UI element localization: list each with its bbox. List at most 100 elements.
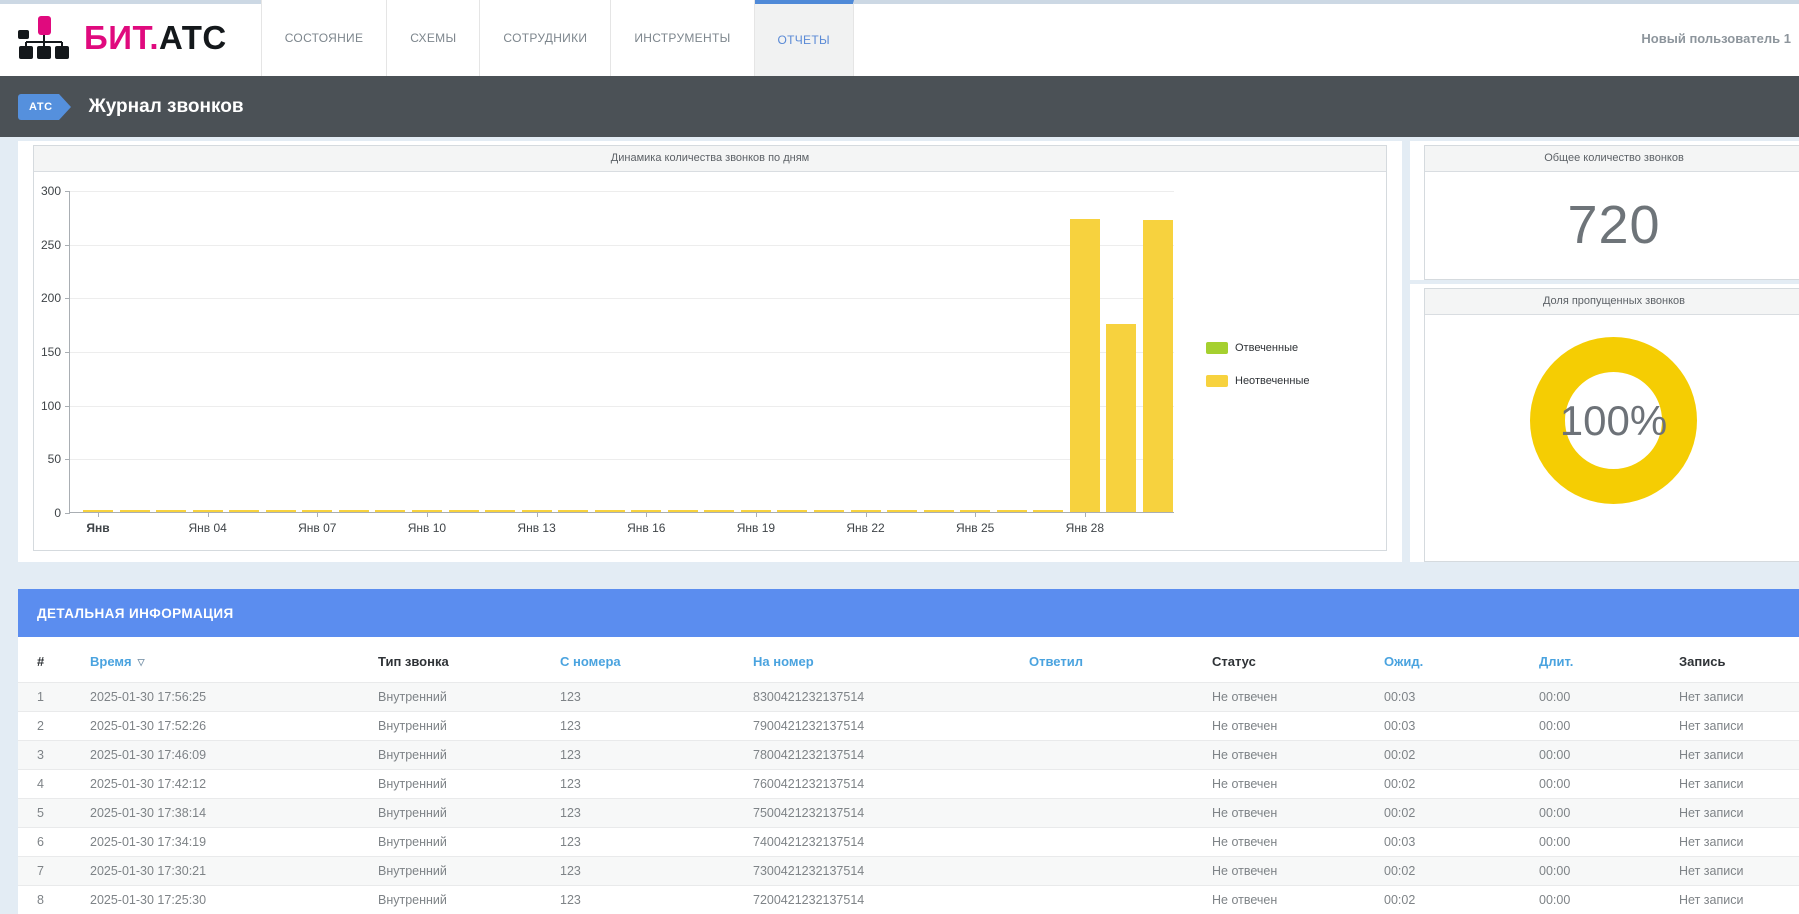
bar-day-21-Неотвеченные	[814, 510, 844, 512]
table-cell: 123	[552, 857, 745, 886]
legend-swatch	[1206, 342, 1228, 354]
bar-day-14-Неотвеченные	[558, 510, 588, 512]
table-cell: 00:02	[1376, 886, 1531, 914]
tab-сотрудники[interactable]: СОТРУДНИКИ	[480, 0, 611, 76]
table-cell: 00:00	[1531, 828, 1671, 857]
table-cell	[1021, 741, 1204, 770]
table-cell	[1021, 799, 1204, 828]
legend-label: Отвеченные	[1235, 342, 1298, 354]
table-cell: 5	[18, 799, 82, 828]
bar-day-12-Неотвеченные	[485, 510, 515, 512]
table-cell: 00:00	[1531, 741, 1671, 770]
table-cell: 2025-01-30 17:25:30	[82, 886, 370, 914]
tab-схемы[interactable]: СХЕМЫ	[387, 0, 480, 76]
table-cell: Не отвечен	[1204, 683, 1376, 712]
y-axis-label: 200	[21, 291, 61, 305]
table-cell: 123	[552, 799, 745, 828]
bar-chart-plot: 050100150200250300ЯнвЯнв 04Янв 07Янв 10Я…	[69, 191, 1174, 513]
table-cell: 7900421232137514	[745, 712, 1021, 741]
chart-title: Динамика количества звонков по дням	[34, 146, 1386, 172]
bar-day-5-Неотвеченные	[229, 510, 259, 512]
table-cell: 4	[18, 770, 82, 799]
table-cell	[1021, 886, 1204, 914]
y-tick	[65, 352, 70, 353]
column-header-Ответил[interactable]: Ответил	[1021, 637, 1204, 683]
x-tick	[427, 512, 428, 517]
table-cell: 00:02	[1376, 741, 1531, 770]
table-cell: Не отвечен	[1204, 886, 1376, 914]
total-calls-card: Общее количество звонков 720	[1410, 141, 1799, 280]
sort-descending-icon: ▽	[138, 657, 145, 667]
gridline-250	[70, 245, 1174, 246]
table-cell: Не отвечен	[1204, 741, 1376, 770]
x-axis-label: Янв 10	[392, 521, 462, 535]
legend-swatch	[1206, 375, 1228, 387]
total-calls-value: 720	[1425, 194, 1799, 256]
table-cell: Внутренний	[370, 683, 552, 712]
ats-badge: АТС	[18, 94, 59, 120]
table-cell: 123	[552, 683, 745, 712]
table-cell: 00:00	[1531, 886, 1671, 914]
chart-legend: Отвеченные Неотвеченные	[1206, 342, 1309, 408]
y-tick	[65, 513, 70, 514]
table-cell: Не отвечен	[1204, 799, 1376, 828]
table-row: 82025-01-30 17:25:30Внутренний1237200421…	[18, 886, 1799, 914]
page: БИТ.АТС СОСТОЯНИЕСХЕМЫСОТРУДНИКИИНСТРУМЕ…	[0, 0, 1799, 914]
table-cell: 2025-01-30 17:52:26	[82, 712, 370, 741]
table-cell: Внутренний	[370, 886, 552, 914]
tab-состояние[interactable]: СОСТОЯНИЕ	[261, 0, 388, 76]
tab-инструменты[interactable]: ИНСТРУМЕНТЫ	[611, 0, 754, 76]
table-cell: 7	[18, 857, 82, 886]
column-header-Ожид[interactable]: Ожид.	[1376, 637, 1531, 683]
missed-share-donut: 100%	[1530, 337, 1697, 504]
table-cell: 00:00	[1531, 770, 1671, 799]
bar-day-15-Неотвеченные	[595, 510, 625, 512]
app-logo[interactable]: БИТ.АТС	[0, 0, 261, 76]
table-row: 42025-01-30 17:42:12Внутренний1237600421…	[18, 770, 1799, 799]
user-menu[interactable]: Новый пользователь 1	[1641, 31, 1799, 46]
table-cell: Внутренний	[370, 799, 552, 828]
table-cell: 2025-01-30 17:46:09	[82, 741, 370, 770]
table-cell: 00:03	[1376, 712, 1531, 741]
column-header-Типзвонка: Тип звонка	[370, 637, 552, 683]
column-header-: #	[18, 637, 82, 683]
table-cell	[1021, 712, 1204, 741]
bar-day-30-Неотвеченные	[1143, 220, 1173, 512]
x-tick	[317, 512, 318, 517]
column-header-Сномера[interactable]: С номера	[552, 637, 745, 683]
x-axis-label: Янв 22	[831, 521, 901, 535]
gridline-150	[70, 352, 1174, 353]
table-cell: Внутренний	[370, 828, 552, 857]
x-tick	[756, 512, 757, 517]
table-cell: 123	[552, 770, 745, 799]
table-row: 62025-01-30 17:34:19Внутренний1237400421…	[18, 828, 1799, 857]
table-header-row: #Время▽Тип звонкаС номераНа номерОтветил…	[18, 637, 1799, 683]
x-axis-label: Янв	[63, 521, 133, 535]
column-header-Время[interactable]: Время▽	[82, 637, 370, 683]
table-cell: 00:00	[1531, 799, 1671, 828]
table-cell: Нет записи	[1671, 828, 1799, 857]
column-header-Наномер[interactable]: На номер	[745, 637, 1021, 683]
x-tick	[537, 512, 538, 517]
column-header-Длит[interactable]: Длит.	[1531, 637, 1671, 683]
bar-day-28-Неотвеченные	[1070, 219, 1100, 512]
page-header: АТС Журнал звонков	[0, 76, 1799, 137]
bar-day-17-Неотвеченные	[668, 510, 698, 512]
legend-item-Неотвеченные[interactable]: Неотвеченные	[1206, 375, 1309, 387]
tab-отчеты[interactable]: ОТЧЕТЫ	[755, 0, 854, 76]
bar-day-23-Неотвеченные	[887, 510, 917, 512]
table-cell: Нет записи	[1671, 886, 1799, 914]
table-cell: 00:03	[1376, 683, 1531, 712]
y-axis-label: 250	[21, 238, 61, 252]
missed-share-title: Доля пропущенных звонков	[1425, 289, 1799, 315]
calls-dynamics-card: Динамика количества звонков по дням 0501…	[18, 141, 1402, 562]
table-cell: 7300421232137514	[745, 857, 1021, 886]
legend-item-Отвеченные[interactable]: Отвеченные	[1206, 342, 1309, 354]
x-tick	[208, 512, 209, 517]
x-axis-label: Янв 25	[940, 521, 1010, 535]
table-body: 12025-01-30 17:56:25Внутренний1238300421…	[18, 683, 1799, 914]
legend-label: Неотвеченные	[1235, 375, 1309, 387]
table-cell: 1	[18, 683, 82, 712]
page-title: Журнал звонков	[89, 96, 244, 118]
bar-day-8-Неотвеченные	[339, 510, 369, 512]
